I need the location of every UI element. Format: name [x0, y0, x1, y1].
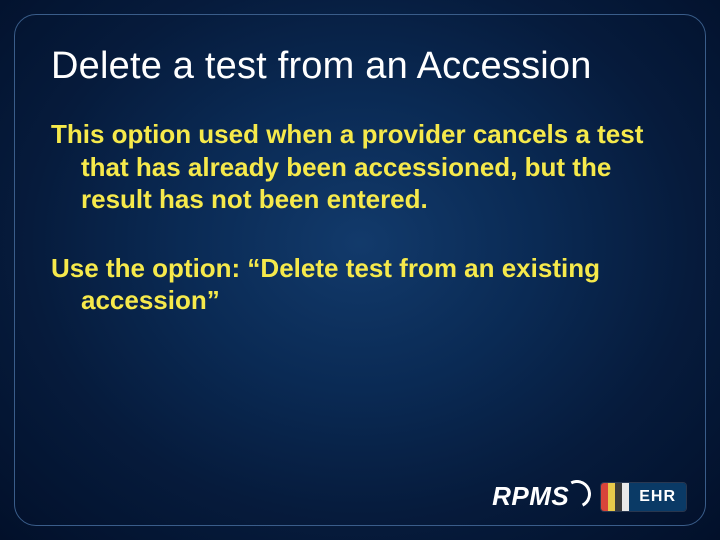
paragraph-2: Use the option: “Delete test from an exi…	[51, 252, 669, 317]
slide-frame: Delete a test from an Accession This opt…	[14, 14, 706, 526]
paragraph-1-text: This option used when a provider cancels…	[51, 118, 669, 216]
slide-title: Delete a test from an Accession	[51, 45, 669, 88]
slide: Delete a test from an Accession This opt…	[0, 0, 720, 540]
rpms-logo: RPMS	[492, 481, 591, 512]
paragraph-1: This option used when a provider cancels…	[51, 118, 669, 216]
ehr-color-bars-icon	[601, 483, 629, 511]
ehr-text: EHR	[629, 483, 686, 511]
rpms-text: RPMS	[492, 481, 569, 512]
slide-body: This option used when a provider cancels…	[51, 118, 669, 317]
paragraph-2-text: Use the option: “Delete test from an exi…	[51, 252, 669, 317]
ehr-badge: EHR	[601, 483, 686, 511]
footer-logo: RPMS EHR	[492, 481, 686, 512]
